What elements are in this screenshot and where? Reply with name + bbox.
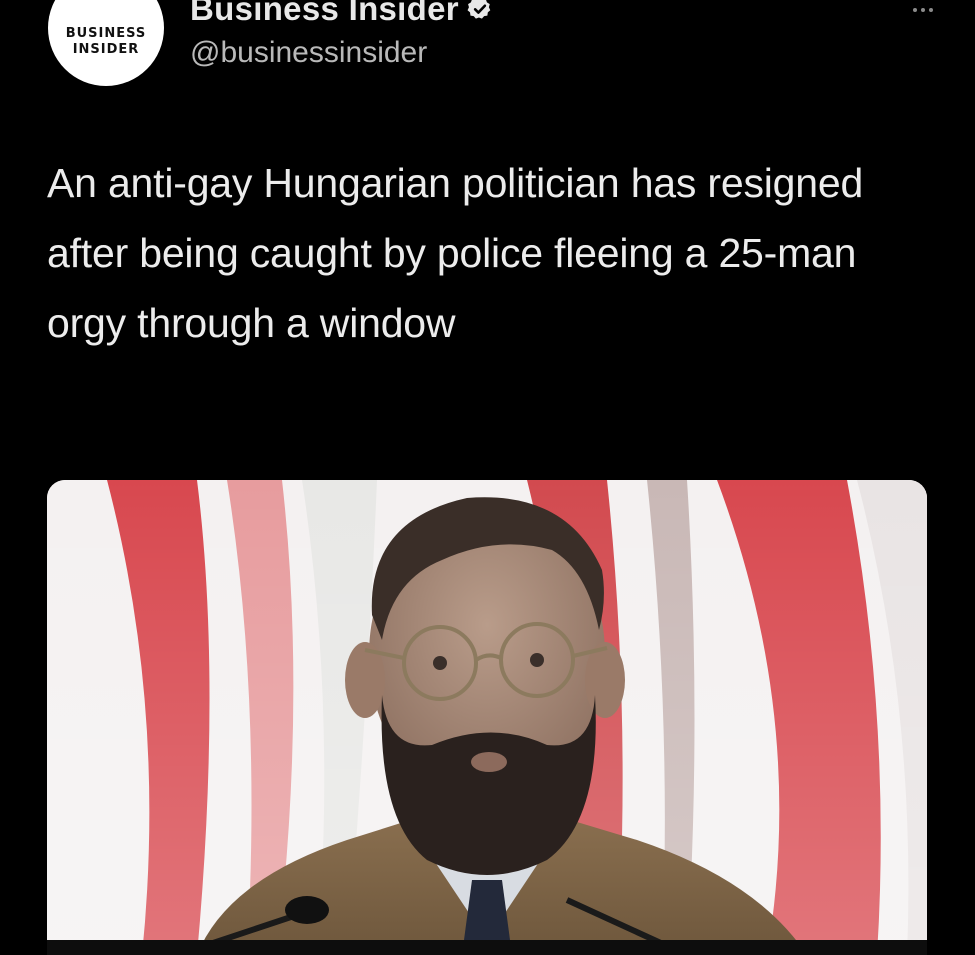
photo-of-politician <box>47 480 927 955</box>
business-insider-logo: BUSINESS INSIDER <box>66 27 147 56</box>
verified-badge-icon <box>467 0 491 19</box>
ellipsis-icon <box>929 8 933 12</box>
author-display-name[interactable]: Business Insider <box>190 0 459 28</box>
author-avatar[interactable]: BUSINESS INSIDER <box>48 0 164 86</box>
logo-line-1: BUSINESS <box>65 25 147 41</box>
tweet-text: An anti-gay Hungarian politician has res… <box>47 160 864 346</box>
ellipsis-icon <box>913 8 917 12</box>
logo-line-2: INSIDER <box>72 41 140 57</box>
tweet-header: BUSINESS INSIDER Business Insider @busin… <box>0 0 975 110</box>
tweet-media-photo[interactable] <box>47 480 927 955</box>
more-options-button[interactable] <box>903 0 943 22</box>
author-handle[interactable]: @businessinsider <box>190 36 427 70</box>
author-name-row: Business Insider <box>190 0 493 28</box>
media-bottom-edge <box>47 940 927 955</box>
ellipsis-icon <box>921 8 925 12</box>
